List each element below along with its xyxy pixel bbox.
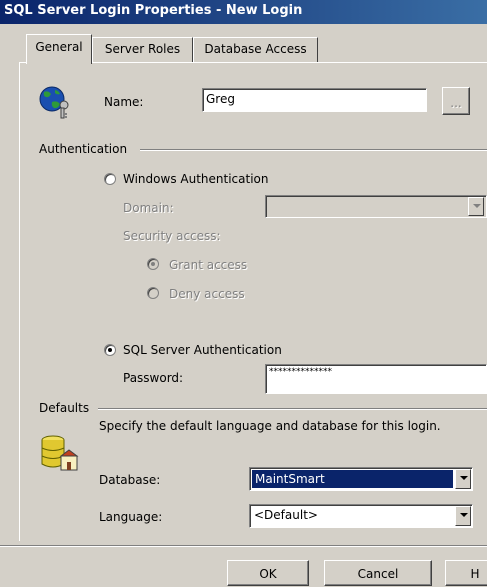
cancel-button[interactable]: Cancel [324, 560, 432, 586]
grant-access-radio[interactable] [147, 258, 159, 270]
panel-bottom-edge [0, 545, 487, 547]
tab-database-access[interactable]: Database Access [193, 37, 318, 62]
windows-auth-label[interactable]: Windows Authentication [123, 171, 268, 187]
ok-button[interactable]: OK [227, 560, 309, 586]
deny-access-radio[interactable] [147, 287, 159, 299]
help-button[interactable]: H [445, 560, 487, 586]
tab-database-access-label: Database Access [204, 42, 307, 56]
language-selected-value: <Default> [254, 508, 318, 522]
browse-button[interactable]: ... [442, 87, 470, 115]
authentication-group-label: Authentication [39, 142, 128, 156]
windows-auth-radio[interactable] [104, 173, 116, 185]
deny-access-label[interactable]: Deny access [169, 286, 245, 302]
ok-button-label: OK [259, 567, 277, 581]
sql-auth-radio[interactable] [104, 344, 116, 356]
chevron-down-icon [473, 204, 481, 208]
grant-access-label[interactable]: Grant access [169, 257, 247, 273]
window-title: SQL Server Login Properties - New Login [4, 3, 303, 18]
database-label: Database: [99, 473, 161, 487]
name-label: Name: [104, 95, 144, 109]
chevron-down-icon [460, 476, 468, 480]
help-button-label: H [470, 567, 480, 581]
domain-select[interactable] [265, 195, 487, 218]
domain-label: Domain: [123, 201, 174, 215]
database-select[interactable]: MaintSmart [249, 467, 473, 491]
domain-dropdown-button[interactable] [468, 197, 484, 216]
password-field[interactable]: ************** [265, 364, 487, 394]
authentication-divider [140, 149, 487, 151]
defaults-description: Specify the default language and databas… [99, 419, 441, 433]
login-globe-key-icon [36, 82, 74, 120]
language-label: Language: [99, 510, 163, 524]
password-value: ************** [269, 367, 332, 377]
tab-server-roles-label: Server Roles [104, 42, 181, 56]
radio-dot-icon [108, 348, 112, 352]
database-selected-value: MaintSmart [252, 470, 453, 488]
tab-general[interactable]: General [26, 34, 92, 64]
security-access-label: Security access: [123, 229, 221, 243]
defaults-divider [98, 408, 487, 410]
chevron-down-icon [460, 513, 468, 517]
database-defaults-icon [37, 432, 81, 474]
browse-button-label: ... [450, 96, 462, 110]
language-dropdown-button[interactable] [455, 506, 471, 526]
database-dropdown-button[interactable] [455, 469, 471, 489]
defaults-group-label: Defaults [39, 401, 90, 415]
radio-dot-icon [151, 262, 155, 266]
language-select[interactable]: <Default> [249, 504, 473, 528]
title-bar[interactable]: SQL Server Login Properties - New Login [0, 0, 487, 24]
sql-auth-label[interactable]: SQL Server Authentication [123, 342, 282, 358]
name-field[interactable]: Greg [202, 88, 427, 112]
cancel-button-label: Cancel [357, 567, 399, 581]
password-label: Password: [123, 371, 184, 385]
name-value: Greg [206, 92, 235, 106]
tab-general-label: General [35, 40, 83, 54]
tab-server-roles[interactable]: Server Roles [92, 37, 193, 62]
